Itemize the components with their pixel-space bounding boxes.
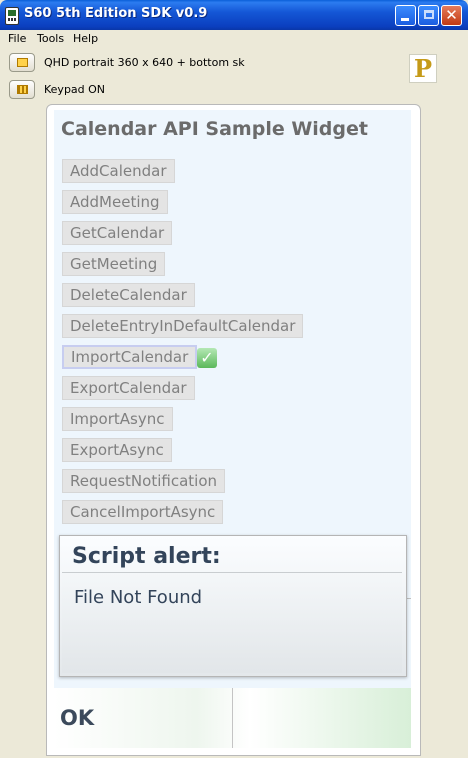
window-title: S60 5th Edition SDK v0.9: [24, 6, 208, 21]
ok-softkey[interactable]: OK: [60, 706, 94, 730]
cancel-import-async-button[interactable]: CancelImportAsync: [62, 500, 224, 524]
screen-orientation-icon: [17, 58, 28, 67]
menu-file[interactable]: File: [8, 32, 26, 45]
keypad-row: Keypad ON: [0, 78, 468, 102]
delete-calendar-button[interactable]: DeleteCalendar: [62, 283, 195, 307]
minimize-button[interactable]: [395, 5, 416, 26]
maximize-icon: [424, 10, 434, 19]
close-icon: ✕: [445, 6, 458, 24]
alert-message: File Not Found: [74, 587, 203, 608]
minimize-icon: [401, 18, 409, 21]
request-notification-button[interactable]: RequestNotification: [62, 469, 225, 493]
keypad-button[interactable]: [9, 80, 35, 99]
export-async-button[interactable]: ExportAsync: [62, 438, 172, 462]
p-logo-icon: P: [409, 54, 437, 83]
phone-app-icon: [5, 7, 19, 25]
alert-body: File Not Found: [62, 572, 402, 673]
window-title-bar[interactable]: S60 5th Edition SDK v0.9 ✕: [0, 0, 468, 30]
maximize-button[interactable]: [418, 5, 439, 26]
widget-title: Calendar API Sample Widget: [61, 118, 368, 140]
resolution-label: QHD portrait 360 x 640 + bottom sk: [44, 56, 245, 69]
get-calendar-button[interactable]: GetCalendar: [62, 221, 173, 245]
import-calendar-button[interactable]: ImportCalendar: [62, 345, 198, 369]
close-button[interactable]: ✕: [441, 5, 462, 26]
get-meeting-button[interactable]: GetMeeting: [62, 252, 166, 276]
alert-title: Script alert:: [72, 544, 221, 569]
check-icon: ✓: [197, 348, 217, 368]
resolution-button[interactable]: [9, 53, 35, 72]
menu-help[interactable]: Help: [73, 32, 98, 45]
import-async-button[interactable]: ImportAsync: [62, 407, 173, 431]
keypad-label: Keypad ON: [44, 83, 106, 96]
keypad-icon: [17, 85, 28, 94]
export-calendar-button[interactable]: ExportCalendar: [62, 376, 195, 400]
add-meeting-button[interactable]: AddMeeting: [62, 190, 168, 214]
resolution-row: QHD portrait 360 x 640 + bottom sk: [0, 51, 468, 75]
menu-tools[interactable]: Tools: [37, 32, 64, 45]
script-alert-dialog: Script alert: File Not Found: [59, 535, 407, 677]
softkey-bar: OK: [54, 688, 411, 748]
menu-bar: File Tools Help: [0, 30, 468, 48]
delete-entry-in-default-calendar-button[interactable]: DeleteEntryInDefaultCalendar: [62, 314, 304, 338]
add-calendar-button[interactable]: AddCalendar: [62, 159, 175, 183]
